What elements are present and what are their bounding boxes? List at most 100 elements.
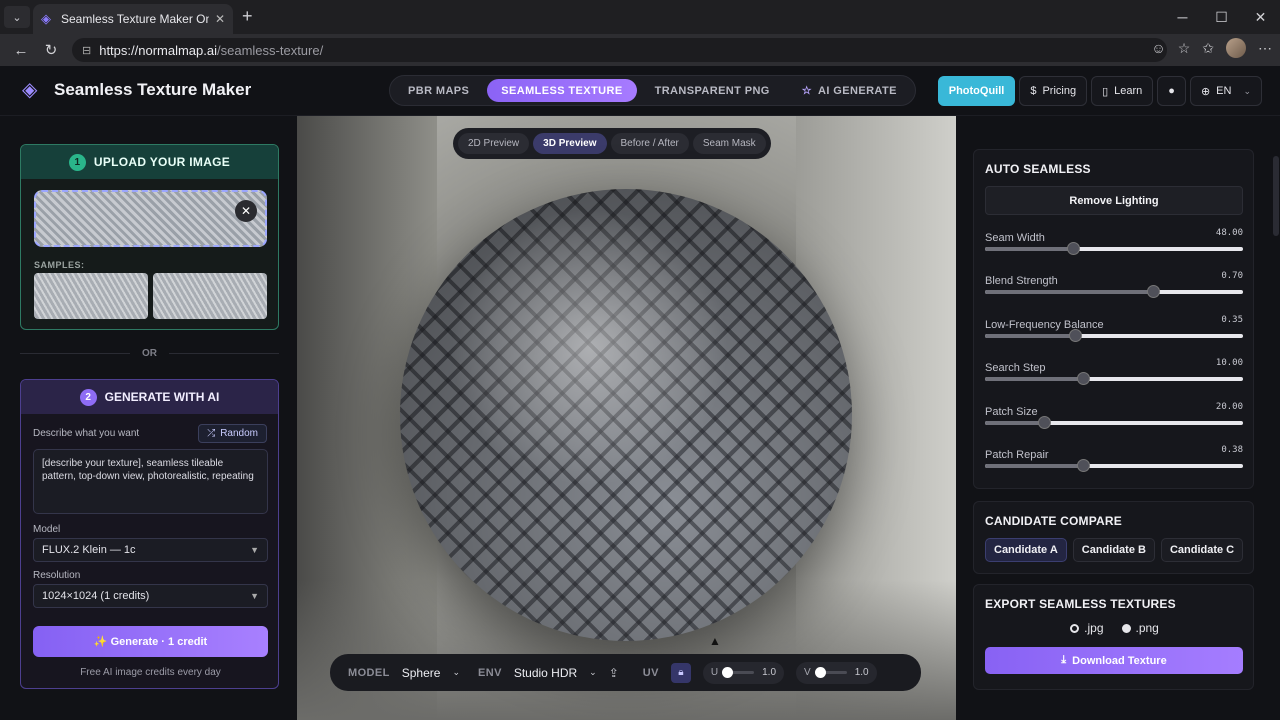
more-menu-icon[interactable]: ⋯ — [1258, 40, 1272, 57]
tab-list-button[interactable]: ⌄ — [4, 6, 30, 28]
upload-env-icon[interactable]: ⇪ — [609, 666, 619, 680]
radio-icon[interactable] — [1070, 624, 1080, 633]
format-jpg-option[interactable]: .jpg — [1070, 621, 1104, 635]
uploaded-image-dropzone[interactable]: ✕ — [34, 190, 267, 247]
learn-button[interactable]: ▯ Learn — [1091, 76, 1154, 106]
back-icon[interactable]: ← — [6, 42, 36, 59]
v-label: V — [804, 667, 811, 678]
chevron-down-icon[interactable]: ⌄ — [452, 667, 460, 678]
mode-label: PBR MAPS — [408, 84, 470, 97]
reload-icon[interactable]: ↻ — [36, 41, 66, 59]
slider-thumb[interactable] — [1069, 328, 1083, 342]
mode-pbr-maps[interactable]: PBR MAPS — [394, 79, 483, 102]
format-png-option[interactable]: .png — [1121, 621, 1159, 635]
slider-thumb[interactable] — [1077, 372, 1091, 386]
uv-label: UV — [642, 666, 659, 679]
upload-card-header: 1 UPLOAD YOUR IMAGE — [21, 145, 278, 179]
slider-track[interactable] — [985, 415, 1243, 429]
describe-label: Describe what you want — [33, 428, 140, 439]
v-track[interactable] — [814, 667, 847, 678]
model-dropdown[interactable]: Sphere — [402, 666, 441, 680]
extension-icon[interactable]: ☺ — [1151, 40, 1165, 56]
photoquill-button[interactable]: PhotoQuill — [937, 76, 1016, 106]
slider-track[interactable] — [985, 328, 1243, 342]
prompt-textarea[interactable]: [describe your texture], seamless tileab… — [33, 449, 268, 514]
export-card: EXPORT SEAMLESS TEXTURES .jpg .png ⤓ Dow… — [973, 584, 1254, 690]
minimize-icon[interactable]: ─ — [1163, 0, 1202, 34]
shuffle-icon: ⤮ — [207, 428, 216, 439]
uv-lock-icon[interactable]: 🔒︎ — [670, 662, 691, 683]
sample-thumbnail[interactable] — [153, 273, 267, 319]
candidate-c-button[interactable]: Candidate C — [1160, 538, 1244, 562]
maximize-icon[interactable]: ☐ — [1202, 0, 1241, 34]
step-number: 2 — [79, 388, 97, 406]
candidate-buttons: Candidate A Candidate B Candidate C — [985, 538, 1244, 562]
candidate-a-button[interactable]: Candidate A — [985, 538, 1067, 562]
candidate-b-button[interactable]: Candidate B — [1072, 538, 1155, 562]
candidate-compare-title: CANDIDATE COMPARE — [985, 514, 1122, 528]
tab-3d-preview[interactable]: 3D Preview — [533, 133, 607, 154]
new-tab-icon[interactable]: + — [242, 6, 253, 27]
chevron-down-icon: ⌄ — [12, 11, 22, 24]
close-tab-icon[interactable]: ✕ — [215, 12, 225, 26]
favorite-star-icon[interactable]: ☆ — [1178, 40, 1191, 57]
slider-fill — [985, 290, 1153, 295]
star-icon: ☆ — [801, 85, 813, 97]
u-slider[interactable]: U 1.0 — [702, 661, 785, 684]
mode-ai-generate[interactable]: ☆ AI GENERATE — [788, 79, 911, 102]
download-texture-button[interactable]: ⤓ Download Texture — [985, 647, 1243, 674]
url-path: /seamless-texture/ — [217, 42, 324, 58]
pricing-button[interactable]: $ Pricing — [1019, 76, 1088, 106]
slider-name: Low-Frequency Balance — [985, 318, 1104, 331]
slider-thumb[interactable] — [1146, 285, 1160, 299]
url-field[interactable]: ⊟ https://normalmap.ai/seamless-texture/ — [72, 38, 1167, 62]
slider-name: Blend Strength — [985, 275, 1058, 288]
remove-lighting-button[interactable]: Remove Lighting — [985, 186, 1243, 215]
tab-before-after[interactable]: Before / After — [610, 133, 689, 154]
random-label: Random — [220, 428, 258, 439]
profile-avatar[interactable] — [1226, 38, 1246, 58]
slider-track[interactable] — [985, 372, 1243, 386]
slider-track[interactable] — [985, 285, 1243, 299]
collections-icon[interactable]: ✩ — [1202, 40, 1214, 57]
mode-seamless-texture[interactable]: SEAMLESS TEXTURE — [487, 79, 637, 102]
slider-thumb[interactable] — [1038, 415, 1052, 429]
brand[interactable]: ◈ Seamless Texture Maker — [22, 79, 251, 101]
preview-viewport[interactable]: 2D Preview 3D Preview Before / After Sea… — [297, 116, 956, 720]
u-track[interactable] — [722, 667, 755, 678]
tab-seam-mask[interactable]: Seam Mask — [692, 133, 766, 154]
slider-track[interactable] — [985, 459, 1243, 472]
slider-track[interactable] — [985, 242, 1243, 255]
scrollbar[interactable] — [1273, 156, 1279, 236]
env-dropdown[interactable]: Studio HDR — [514, 666, 577, 680]
generate-button[interactable]: ✨ Generate · 1 credit — [33, 626, 268, 657]
radio-icon[interactable] — [1121, 624, 1131, 633]
model-select[interactable]: FLUX.2 Klein — 1c ▼ — [33, 538, 268, 562]
u-thumb[interactable] — [722, 667, 734, 678]
random-button[interactable]: ⤮ Random — [198, 424, 267, 443]
slider-name: Seam Width — [985, 232, 1045, 244]
divider-line — [169, 353, 279, 354]
sample-thumbnail[interactable] — [34, 273, 148, 319]
slider-value: 20.00 — [1215, 401, 1243, 412]
browser-tab[interactable]: ◈ Seamless Texture Maker Online & ✕ — [33, 4, 233, 34]
tab-2d-preview[interactable]: 2D Preview — [458, 133, 530, 154]
mode-transparent-png[interactable]: TRANSPARENT PNG — [641, 79, 784, 102]
close-window-icon[interactable]: ✕ — [1241, 0, 1280, 34]
app-header: ◈ Seamless Texture Maker PBR MAPS SEAMLE… — [0, 66, 1280, 116]
mode-switcher: PBR MAPS SEAMLESS TEXTURE TRANSPARENT PN… — [389, 75, 916, 106]
textured-sphere[interactable] — [400, 189, 852, 641]
v-slider[interactable]: V 1.0 — [796, 661, 877, 684]
resolution-select[interactable]: 1024×1024 (1 credits) ▼ — [33, 584, 268, 608]
remove-image-icon[interactable]: ✕ — [235, 200, 257, 222]
site-info-icon[interactable]: ⊟ — [82, 44, 91, 57]
slider-thumb[interactable] — [1066, 242, 1080, 255]
v-thumb[interactable] — [814, 667, 826, 678]
github-button[interactable]: ● — [1157, 76, 1186, 106]
caret-down-icon: ▼ — [250, 591, 259, 601]
language-selector[interactable]: ⊕ EN ⌄ — [1189, 76, 1262, 106]
slider-fill — [985, 420, 1045, 425]
chevron-down-icon[interactable]: ⌄ — [589, 667, 597, 678]
slider-thumb[interactable] — [1077, 459, 1091, 472]
slider-value: 0.70 — [1221, 271, 1243, 282]
